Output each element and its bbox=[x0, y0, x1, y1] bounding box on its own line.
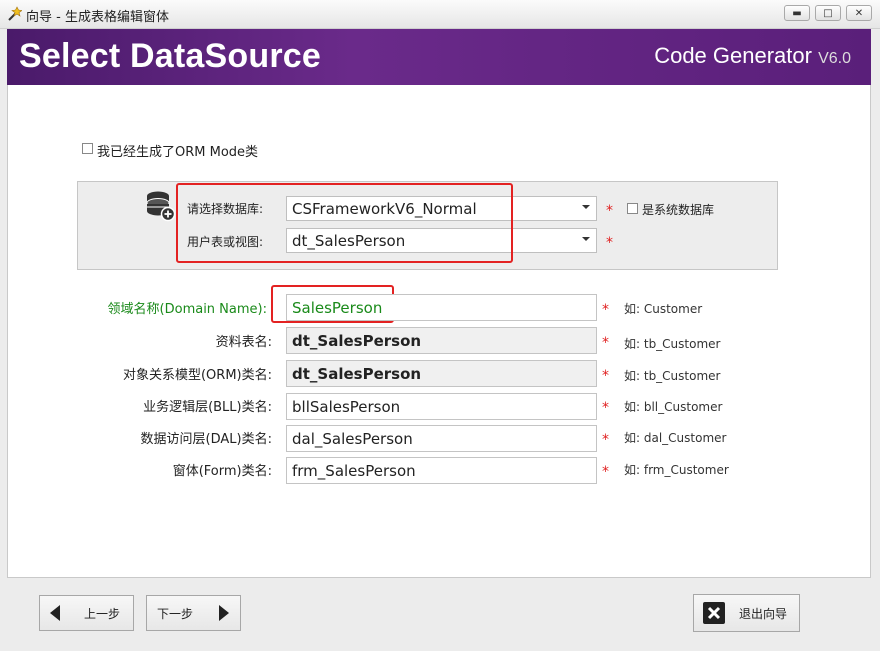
domain-name-input[interactable]: SalesPerson bbox=[286, 294, 597, 321]
form-class-input[interactable]: frm_SalesPerson bbox=[286, 457, 597, 484]
required-mark: * bbox=[602, 302, 609, 318]
form-class-hint: 如: frm_Customer bbox=[624, 463, 729, 477]
orm-class-label: 对象关系模型(ORM)类名: bbox=[122, 368, 272, 383]
bll-class-label: 业务逻辑层(BLL)类名: bbox=[143, 400, 272, 415]
arrow-left-icon bbox=[50, 605, 60, 621]
close-icon: ✕ bbox=[854, 7, 864, 19]
minimize-icon: ▬ bbox=[792, 7, 802, 19]
orm-generated-checkbox[interactable] bbox=[82, 143, 93, 154]
chevron-down-icon bbox=[582, 237, 590, 241]
wizard-wand-icon bbox=[8, 6, 22, 21]
maximize-icon: □ bbox=[823, 7, 833, 19]
form-class-label: 窗体(Form)类名: bbox=[172, 464, 272, 479]
header-banner: Select DataSource Code Generator V6.0 bbox=[7, 29, 871, 85]
close-box-icon bbox=[703, 602, 725, 624]
table-name-label: 资料表名: bbox=[215, 335, 272, 350]
prev-button[interactable]: 上一步 bbox=[39, 595, 134, 631]
required-mark: * bbox=[602, 432, 609, 448]
exit-wizard-label: 退出向导 bbox=[739, 606, 788, 621]
chevron-down-icon bbox=[582, 205, 590, 209]
required-mark: * bbox=[602, 464, 609, 480]
prev-button-label: 上一步 bbox=[84, 606, 121, 621]
orm-generated-label: 我已经生成了ORM Mode类 bbox=[97, 145, 259, 160]
required-mark: * bbox=[606, 235, 613, 251]
minimize-button[interactable]: ▬ bbox=[784, 5, 810, 21]
dal-class-label: 数据访问层(DAL)类名: bbox=[140, 432, 272, 447]
domain-name-hint: 如: Customer bbox=[624, 302, 703, 316]
product-name: Code Generator V6.0 bbox=[654, 43, 851, 69]
title-bar[interactable]: 向导 - 生成表格编辑窗体 ▬ □ ✕ bbox=[0, 0, 880, 29]
window-title: 向导 - 生成表格编辑窗体 bbox=[26, 10, 169, 25]
system-db-checkbox[interactable] bbox=[627, 203, 638, 214]
product-label: Code Generator bbox=[654, 43, 819, 68]
required-mark: * bbox=[606, 203, 613, 219]
maximize-button[interactable]: □ bbox=[815, 5, 841, 21]
required-mark: * bbox=[602, 368, 609, 384]
exit-wizard-button[interactable]: 退出向导 bbox=[693, 594, 800, 632]
bll-class-hint: 如: bll_Customer bbox=[624, 400, 723, 414]
orm-class-hint: 如: tb_Customer bbox=[624, 369, 721, 383]
domain-name-label: 领域名称(Domain Name): bbox=[107, 302, 267, 317]
required-mark: * bbox=[602, 400, 609, 416]
page-title: Select DataSource bbox=[19, 37, 321, 75]
required-mark: * bbox=[602, 335, 609, 351]
dal-class-hint: 如: dal_Customer bbox=[624, 431, 727, 445]
database-add-icon bbox=[146, 191, 176, 222]
close-button[interactable]: ✕ bbox=[846, 5, 872, 21]
next-button[interactable]: 下一步 bbox=[146, 595, 241, 631]
system-db-label: 是系统数据库 bbox=[642, 203, 715, 217]
arrow-right-icon bbox=[219, 605, 230, 621]
datasource-highlight-box bbox=[176, 183, 513, 263]
product-version: V6.0 bbox=[818, 50, 851, 67]
bll-class-input[interactable]: bllSalesPerson bbox=[286, 393, 597, 420]
table-name-hint: 如: tb_Customer bbox=[624, 337, 721, 351]
table-name-field: dt_SalesPerson bbox=[286, 327, 597, 354]
next-button-label: 下一步 bbox=[157, 606, 194, 621]
dal-class-input[interactable]: dal_SalesPerson bbox=[286, 425, 597, 452]
orm-class-field: dt_SalesPerson bbox=[286, 360, 597, 387]
